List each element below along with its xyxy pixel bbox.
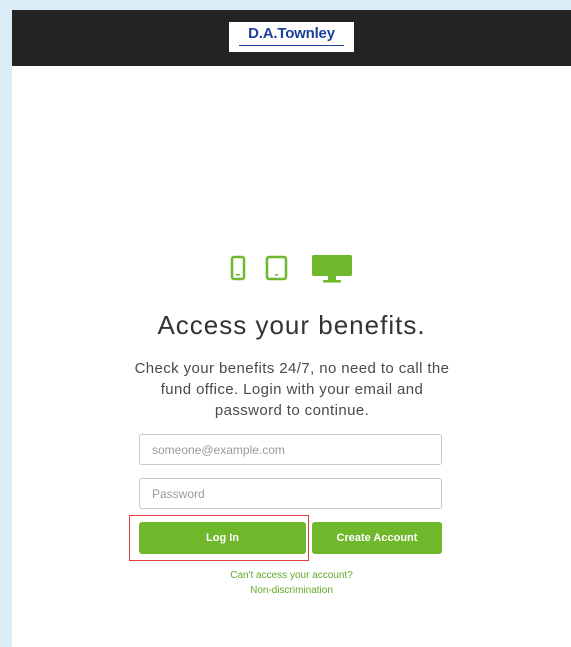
login-button[interactable]: Log In [139,522,306,554]
cant-access-account-link[interactable]: Can't access your account? [12,570,571,581]
create-account-button[interactable]: Create Account [312,522,442,554]
phone-icon [230,255,246,281]
page-title: Access your benefits. [157,310,426,340]
logo-underline [239,45,344,46]
password-field[interactable] [139,478,442,509]
logo-text: D.A.Townley [248,25,335,42]
brand-logo: D.A.Townley [229,22,354,52]
desktop-icon [312,255,352,283]
email-field[interactable] [139,434,442,465]
non-discrimination-link[interactable]: Non-discrimination [12,585,571,596]
page-description: Check your benefits 24/7, no need to cal… [134,360,450,419]
device-icons-graphic [230,255,352,283]
tablet-icon [265,255,288,281]
device-icons [12,253,571,285]
top-bar: D.A.Townley [12,10,571,66]
login-page: D.A.Townley Access your benefits. Check [12,10,571,647]
